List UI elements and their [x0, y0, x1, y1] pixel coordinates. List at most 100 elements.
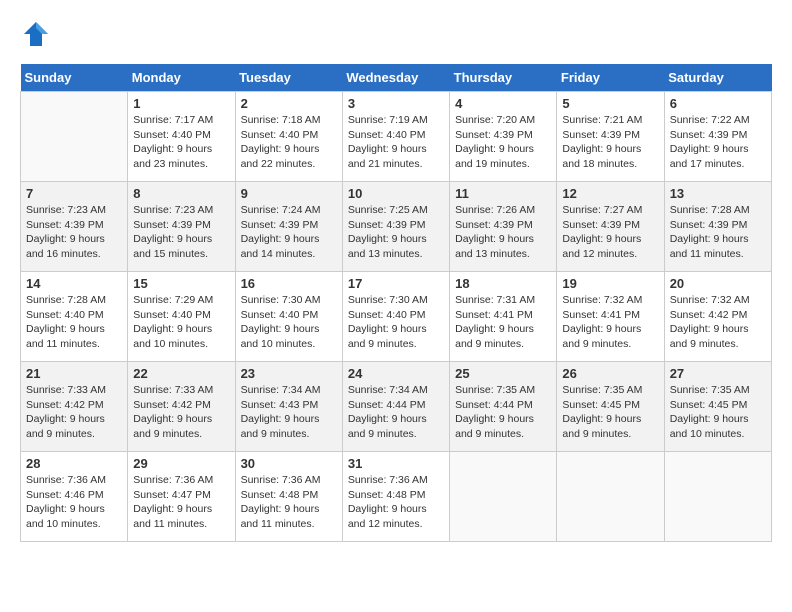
calendar-day-26: 26 Sunrise: 7:35 AMSunset: 4:45 PMDayligh…	[557, 362, 664, 452]
day-number: 2	[241, 96, 337, 111]
day-number: 1	[133, 96, 229, 111]
day-info: Sunrise: 7:19 AMSunset: 4:40 PMDaylight:…	[348, 113, 444, 172]
day-number: 23	[241, 366, 337, 381]
page-header	[20, 20, 772, 48]
calendar-week-row: 28Sunrise: 7:36 AMSunset: 4:46 PMDayligh…	[21, 452, 772, 542]
calendar-day-3: 3 Sunrise: 7:19 AMSunset: 4:40 PMDaylight…	[342, 92, 449, 182]
day-number: 4	[455, 96, 551, 111]
day-number: 5	[562, 96, 658, 111]
day-info: Sunrise: 7:25 AMSunset: 4:39 PMDaylight:…	[348, 203, 444, 262]
day-info: Sunrise: 7:32 AMSunset: 4:42 PMDaylight:…	[670, 293, 766, 352]
day-number: 26	[562, 366, 658, 381]
day-number: 7	[26, 186, 122, 201]
calendar-day-23: 23 Sunrise: 7:34 AMSunset: 4:43 PMDayligh…	[235, 362, 342, 452]
day-info: Sunrise: 7:28 AMSunset: 4:40 PMDaylight:…	[26, 293, 122, 352]
day-info: Sunrise: 7:26 AMSunset: 4:39 PMDaylight:…	[455, 203, 551, 262]
calendar-day-1: 1 Sunrise: 7:17 AMSunset: 4:40 PMDaylight…	[128, 92, 235, 182]
day-info: Sunrise: 7:21 AMSunset: 4:39 PMDaylight:…	[562, 113, 658, 172]
day-info: Sunrise: 7:35 AMSunset: 4:45 PMDaylight:…	[670, 383, 766, 442]
calendar-day-2: 2 Sunrise: 7:18 AMSunset: 4:40 PMDaylight…	[235, 92, 342, 182]
calendar-header-thursday: Thursday	[450, 64, 557, 92]
calendar-header-tuesday: Tuesday	[235, 64, 342, 92]
day-info: Sunrise: 7:32 AMSunset: 4:41 PMDaylight:…	[562, 293, 658, 352]
day-number: 17	[348, 276, 444, 291]
calendar-week-row: 14 Sunrise: 7:28 AMSunset: 4:40 PMDayligh…	[21, 272, 772, 362]
calendar-day-29: 29 Sunrise: 7:36 AMSunset: 4:47 PMDayligh…	[128, 452, 235, 542]
day-info: Sunrise: 7:36 AMSunset: 4:48 PMDaylight:…	[348, 473, 444, 532]
day-info: Sunrise: 7:36 AMSunset: 4:48 PMDaylight:…	[241, 473, 337, 532]
day-number: 16	[241, 276, 337, 291]
calendar-week-row: 1 Sunrise: 7:17 AMSunset: 4:40 PMDaylight…	[21, 92, 772, 182]
calendar-day-30: 30 Sunrise: 7:36 AMSunset: 4:48 PMDayligh…	[235, 452, 342, 542]
logo	[20, 20, 50, 48]
day-info: Sunrise: 7:28 AMSunset: 4:39 PMDaylight:…	[670, 203, 766, 262]
calendar-week-row: 21 Sunrise: 7:33 AMSunset: 4:42 PMDayligh…	[21, 362, 772, 452]
calendar-day-7: 7 Sunrise: 7:23 AMSunset: 4:39 PMDaylight…	[21, 182, 128, 272]
day-number: 21	[26, 366, 122, 381]
calendar-week-row: 7 Sunrise: 7:23 AMSunset: 4:39 PMDaylight…	[21, 182, 772, 272]
calendar-empty-cell	[557, 452, 664, 542]
day-info: Sunrise: 7:35 AMSunset: 4:44 PMDaylight:…	[455, 383, 551, 442]
day-number: 31	[348, 456, 444, 471]
calendar-day-11: 11 Sunrise: 7:26 AMSunset: 4:39 PMDayligh…	[450, 182, 557, 272]
day-number: 25	[455, 366, 551, 381]
calendar-day-6: 6 Sunrise: 7:22 AMSunset: 4:39 PMDaylight…	[664, 92, 771, 182]
day-number: 18	[455, 276, 551, 291]
day-info: Sunrise: 7:29 AMSunset: 4:40 PMDaylight:…	[133, 293, 229, 352]
day-number: 22	[133, 366, 229, 381]
day-info: Sunrise: 7:33 AMSunset: 4:42 PMDaylight:…	[133, 383, 229, 442]
day-info: Sunrise: 7:23 AMSunset: 4:39 PMDaylight:…	[26, 203, 122, 262]
day-number: 3	[348, 96, 444, 111]
calendar-empty-cell	[21, 92, 128, 182]
day-number: 24	[348, 366, 444, 381]
day-number: 10	[348, 186, 444, 201]
day-info: Sunrise: 7:22 AMSunset: 4:39 PMDaylight:…	[670, 113, 766, 172]
calendar-empty-cell	[664, 452, 771, 542]
day-info: Sunrise: 7:35 AMSunset: 4:45 PMDaylight:…	[562, 383, 658, 442]
day-info: Sunrise: 7:27 AMSunset: 4:39 PMDaylight:…	[562, 203, 658, 262]
day-info: Sunrise: 7:36 AMSunset: 4:47 PMDaylight:…	[133, 473, 229, 532]
calendar-day-18: 18Sunrise: 7:31 AMSunset: 4:41 PMDayligh…	[450, 272, 557, 362]
day-number: 6	[670, 96, 766, 111]
calendar-day-8: 8Sunrise: 7:23 AMSunset: 4:39 PMDaylight…	[128, 182, 235, 272]
logo-icon	[22, 20, 50, 48]
calendar-day-24: 24 Sunrise: 7:34 AMSunset: 4:44 PMDayligh…	[342, 362, 449, 452]
calendar-day-13: 13 Sunrise: 7:28 AMSunset: 4:39 PMDayligh…	[664, 182, 771, 272]
day-info: Sunrise: 7:23 AMSunset: 4:39 PMDaylight:…	[133, 203, 229, 262]
calendar-day-27: 27 Sunrise: 7:35 AMSunset: 4:45 PMDayligh…	[664, 362, 771, 452]
day-number: 13	[670, 186, 766, 201]
calendar-day-15: 15 Sunrise: 7:29 AMSunset: 4:40 PMDayligh…	[128, 272, 235, 362]
calendar-day-10: 10 Sunrise: 7:25 AMSunset: 4:39 PMDayligh…	[342, 182, 449, 272]
day-number: 11	[455, 186, 551, 201]
day-info: Sunrise: 7:34 AMSunset: 4:44 PMDaylight:…	[348, 383, 444, 442]
day-info: Sunrise: 7:17 AMSunset: 4:40 PMDaylight:…	[133, 113, 229, 172]
day-number: 19	[562, 276, 658, 291]
calendar-day-31: 31 Sunrise: 7:36 AMSunset: 4:48 PMDayligh…	[342, 452, 449, 542]
calendar-header-saturday: Saturday	[664, 64, 771, 92]
calendar-header-row: SundayMondayTuesdayWednesdayThursdayFrid…	[21, 64, 772, 92]
day-number: 12	[562, 186, 658, 201]
calendar-day-17: 17 Sunrise: 7:30 AMSunset: 4:40 PMDayligh…	[342, 272, 449, 362]
calendar-day-25: 25 Sunrise: 7:35 AMSunset: 4:44 PMDayligh…	[450, 362, 557, 452]
day-number: 15	[133, 276, 229, 291]
day-info: Sunrise: 7:34 AMSunset: 4:43 PMDaylight:…	[241, 383, 337, 442]
day-info: Sunrise: 7:33 AMSunset: 4:42 PMDaylight:…	[26, 383, 122, 442]
calendar-header-sunday: Sunday	[21, 64, 128, 92]
day-number: 29	[133, 456, 229, 471]
day-number: 27	[670, 366, 766, 381]
calendar-day-21: 21 Sunrise: 7:33 AMSunset: 4:42 PMDayligh…	[21, 362, 128, 452]
calendar-day-20: 20Sunrise: 7:32 AMSunset: 4:42 PMDayligh…	[664, 272, 771, 362]
calendar-day-28: 28Sunrise: 7:36 AMSunset: 4:46 PMDayligh…	[21, 452, 128, 542]
day-info: Sunrise: 7:30 AMSunset: 4:40 PMDaylight:…	[348, 293, 444, 352]
day-number: 9	[241, 186, 337, 201]
day-info: Sunrise: 7:30 AMSunset: 4:40 PMDaylight:…	[241, 293, 337, 352]
calendar-day-22: 22 Sunrise: 7:33 AMSunset: 4:42 PMDayligh…	[128, 362, 235, 452]
calendar-day-12: 12 Sunrise: 7:27 AMSunset: 4:39 PMDayligh…	[557, 182, 664, 272]
day-number: 28	[26, 456, 122, 471]
day-number: 14	[26, 276, 122, 291]
calendar-empty-cell	[450, 452, 557, 542]
day-info: Sunrise: 7:18 AMSunset: 4:40 PMDaylight:…	[241, 113, 337, 172]
day-number: 30	[241, 456, 337, 471]
calendar-day-9: 9Sunrise: 7:24 AMSunset: 4:39 PMDaylight…	[235, 182, 342, 272]
calendar-day-19: 19 Sunrise: 7:32 AMSunset: 4:41 PMDayligh…	[557, 272, 664, 362]
